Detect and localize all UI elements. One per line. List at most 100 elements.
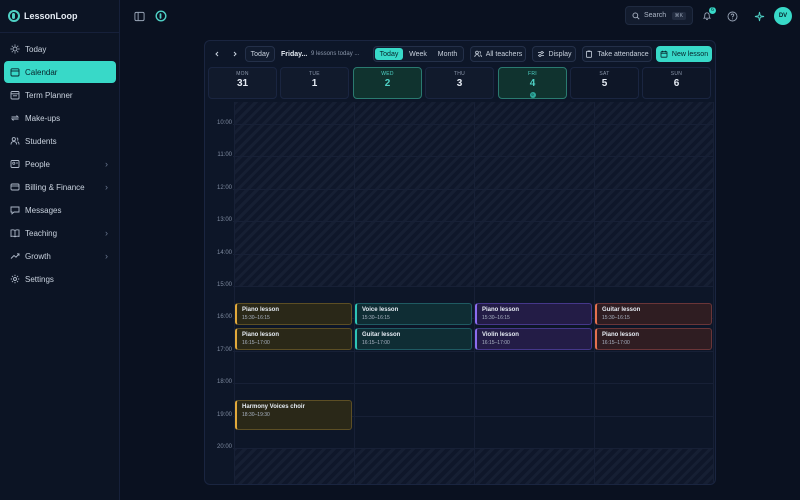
message-icon [10,205,20,215]
sidebar-toggle-icon[interactable] [132,9,146,23]
sidebar-item-label: Growth [25,251,51,261]
day-number: 31 [236,78,249,89]
hour-label: 11:00 [217,152,232,158]
prev-button[interactable] [211,46,223,62]
sidebar-item-label: Calendar [25,67,58,77]
take-attendance-label: Take attendance [597,50,649,58]
sidebar-item-teaching[interactable]: Teaching › [4,222,116,244]
sidebar-item-settings[interactable]: Settings [4,268,116,290]
take-attendance-button[interactable]: Take attendance [582,46,652,62]
sidebar-item-today[interactable]: Today [4,38,116,60]
day-header-sun[interactable]: SUN 6 [642,67,711,99]
sidebar-item-messages[interactable]: Messages [4,199,116,221]
lesson-event[interactable]: Voice lesson 15:30–16:15 [355,303,472,325]
lesson-event[interactable]: Piano lesson 15:30–16:15 [235,303,352,325]
sun-icon [10,44,20,54]
avatar[interactable]: DV [774,7,792,25]
day-header-mon[interactable]: MON 31 [208,67,277,99]
book-icon [10,228,20,238]
column-divider [713,102,714,484]
lesson-title: Violin lesson [482,332,519,338]
sidebar-item-calendar[interactable]: Calendar [4,61,116,83]
day-header-wed[interactable]: WED 2 [353,67,422,99]
brand[interactable]: LessonLoop [8,9,78,23]
day-number: 3 [456,78,463,89]
display-button[interactable]: Display [532,46,576,62]
day-name: MON [236,71,249,77]
lesson-title: Harmony Voices choir [242,404,305,410]
users-icon [474,50,482,58]
day-number: 1 [311,78,318,89]
notification-badge: 6 [709,7,716,14]
day-name: SUN [670,71,683,77]
search-button[interactable]: Search ⌘K [625,6,693,25]
hour-line [233,448,713,449]
hour-line [233,286,713,287]
column-divider [354,102,355,484]
lesson-title: Piano lesson [242,332,280,338]
calendar-icon [10,67,20,77]
lesson-event[interactable]: Piano lesson 16:15–17:00 [235,328,352,350]
logo-icon[interactable] [154,9,168,23]
sidebar-item-term-planner[interactable]: Term Planner [4,84,116,106]
help-icon[interactable] [725,9,739,23]
chevron-right-icon: › [105,182,108,192]
sidebar-item-label: Messages [25,205,62,215]
sidebar-item-label: Teaching [25,228,58,238]
person-icon [10,159,20,169]
search-label: Search [644,12,667,19]
sidebar-item-growth[interactable]: Growth › [4,245,116,267]
lesson-time: 18:30–19:30 [242,412,270,418]
sidebar-item-label: Billing & Finance [25,182,85,192]
sidebar-item-label: Make-ups [25,113,61,123]
sidebar-item-make-ups[interactable]: Make-ups [4,107,116,129]
sparkle-icon[interactable] [752,9,766,23]
all-teachers-button[interactable]: All teachers [470,46,526,62]
calendar-toolbar: Today Friday... 9 lessons today ... Toda… [205,41,715,67]
lesson-time: 15:30–16:15 [242,315,270,321]
topbar: Search ⌘K 6 DV [120,0,800,32]
sidebar-item-people[interactable]: People › [4,153,116,175]
new-lesson-label: New lesson [671,50,709,58]
day-number: 5 [601,78,608,89]
lesson-event[interactable]: Piano lesson 15:30–16:15 [475,303,592,325]
day-header-thu[interactable]: THU 3 [425,67,494,99]
hour-line [233,383,713,384]
day-header-fri[interactable]: FRI 4 9 [498,67,567,99]
hour-line [233,156,713,157]
sidebar-item-label: People [25,159,50,169]
bell-icon[interactable]: 6 [700,7,716,23]
day-header-sat[interactable]: SAT 5 [570,67,639,99]
today-button[interactable]: Today [245,46,275,62]
lesson-event[interactable]: Guitar lesson 15:30–16:15 [595,303,712,325]
sidebar-item-label: Today [25,44,47,54]
hour-label: 10:00 [216,120,232,126]
lesson-time: 15:30–16:15 [602,315,630,321]
search-shortcut: ⌘K [671,11,686,20]
lesson-title: Piano lesson [242,307,280,313]
lesson-event[interactable]: Harmony Voices choir 18:30–19:30 [235,400,352,430]
new-lesson-button[interactable]: New lesson [656,46,712,62]
sidebar-item-students[interactable]: Students [4,130,116,152]
app-name: LessonLoop [24,11,78,21]
next-button[interactable] [229,46,241,62]
tab-today[interactable]: Today [375,48,403,60]
lesson-title: Piano lesson [602,332,640,338]
lesson-event[interactable]: Guitar lesson 16:15–17:00 [355,328,472,350]
billing-icon [10,182,20,192]
lesson-event[interactable]: Violin lesson 16:15–17:00 [475,328,592,350]
day-name: SAT [599,71,610,77]
column-divider [594,102,595,484]
date-label: Friday... [281,50,308,58]
lesson-time: 15:30–16:15 [362,315,390,321]
hour-line [233,189,713,190]
day-header-tue[interactable]: TUE 1 [280,67,349,99]
chevron-right-icon: › [105,251,108,261]
tab-month[interactable]: Month [433,48,462,60]
lesson-time: 16:15–17:00 [362,340,390,346]
tab-week[interactable]: Week [405,48,431,60]
sidebar-item-billing-finance[interactable]: Billing & Finance › [4,176,116,198]
day-header-row: MON 31 TUE 1 WED 2 THU 3 FRI 4 9 SAT 5 SUN 6 [208,67,714,100]
lesson-event[interactable]: Piano lesson 16:15–17:00 [595,328,712,350]
hour-label: 17:00 [216,347,232,353]
